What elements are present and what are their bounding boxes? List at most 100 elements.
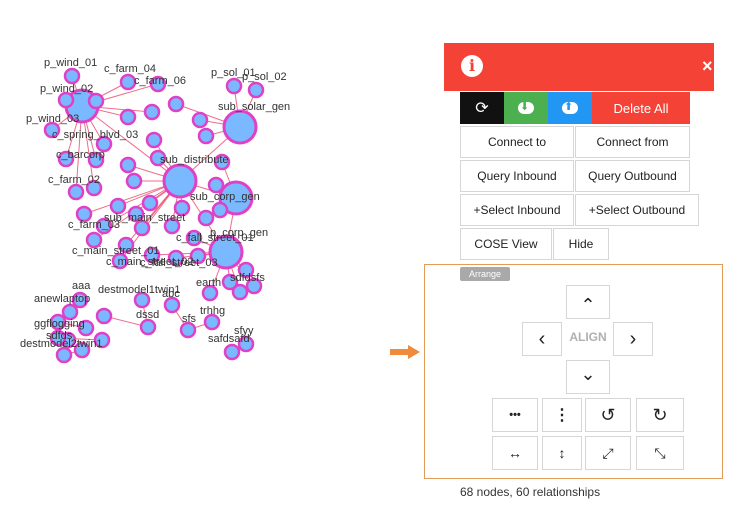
refresh-icon: ⟳ [475,100,489,117]
graph-node[interactable] [197,209,215,227]
connect-from-button[interactable]: Connect from [575,126,690,158]
expand-icon: ⤢ [602,444,614,461]
node-label: c_farm_04 [104,63,156,75]
align-down-button[interactable]: ⌄ [566,360,610,394]
node-label: anewlaptop [34,293,90,305]
graph-node[interactable] [109,197,127,215]
rotate-left-button[interactable]: ↺ [585,398,631,432]
connect-to-button[interactable]: Connect to [460,126,574,158]
hide-button[interactable]: Hide [553,228,609,260]
graph-node[interactable] [119,73,137,91]
node-label: p_wind_03 [26,113,79,125]
graph-node[interactable] [61,303,79,321]
spread-horizontal-button[interactable]: ↔ [492,436,538,470]
graph-canvas[interactable]: p_wind_01 c_farm_04 p_sol_01p_sol_02p_wind… [0,0,420,527]
upload-button[interactable]: ⬆ [548,92,592,124]
node-label: ggflogging [34,318,85,330]
node-label: destmodel2twin1 [20,338,103,350]
close-icon[interactable]: × [702,56,713,76]
node-label: trhhg [200,305,225,317]
graph-node[interactable] [145,131,163,149]
node-label: sub_solar_gen [218,101,290,113]
align-right-button[interactable]: › [613,322,653,356]
horizontal-dots-button[interactable]: ••• [492,398,538,432]
download-button[interactable]: ⬇ [504,92,548,124]
graph-status: 68 nodes, 60 relationships [460,485,601,499]
node-label: safdsafd [208,333,250,345]
arrows-horizontal-icon: ↔ [508,445,522,461]
graph-node[interactable] [119,156,137,174]
vertical-dots-icon: ⋮ [554,407,570,424]
graph-node[interactable] [125,172,143,190]
query-outbound-button[interactable]: Query Outbound [575,160,690,192]
chevron-left-icon: ‹ [538,327,546,350]
align-up-button[interactable]: ⌃ [566,285,610,319]
graph-node[interactable] [231,283,249,301]
graph-node[interactable] [225,77,243,95]
graph-node[interactable] [87,92,105,110]
select-outbound-button[interactable]: +Select Outbound [575,194,699,226]
graph-node[interactable] [163,296,181,314]
node-label: sub_corp_gen [190,191,260,203]
graph-node[interactable] [139,318,157,336]
graph-node[interactable] [207,176,225,194]
graph-node[interactable] [57,91,75,109]
compress-icon: ⤡ [654,444,666,461]
node-label: abc [162,288,180,300]
graph-node[interactable] [203,313,221,331]
rotate-right-icon: ↻ [652,404,668,425]
graph-node[interactable] [197,127,215,145]
horizontal-dots-icon: ••• [509,409,521,421]
vertical-dots-button[interactable]: ⋮ [542,398,582,432]
spread-vertical-button[interactable]: ↕ [542,436,582,470]
node-label: c_farm_06 [134,75,186,87]
graph-node[interactable] [222,109,258,145]
graph-node[interactable] [211,201,229,219]
chevron-right-icon: › [629,327,637,350]
download-icon: ⬇ [518,101,534,114]
arrow-indicator-icon [390,345,420,359]
query-inbound-button[interactable]: Query Inbound [460,160,574,192]
info-icon[interactable]: i [461,55,483,77]
cose-view-button[interactable]: COSE View [460,228,552,260]
graph-node[interactable] [179,321,197,339]
node-label: sfs [182,313,197,325]
node-label: aaa [72,280,91,292]
node-label: p_sol_02 [242,71,287,83]
align-left-button[interactable]: ‹ [522,322,562,356]
graph-node[interactable] [67,183,85,201]
node-label: sub_main_street [104,212,185,224]
compress-button[interactable]: ⤡ [636,436,684,470]
rotate-left-icon: ↺ [600,404,616,425]
graph-node[interactable] [141,194,159,212]
node-label: earth [196,277,221,289]
refresh-button[interactable]: ⟳ [460,92,504,124]
rotate-right-button[interactable]: ↻ [636,398,684,432]
node-label: sdfdsfs [230,272,265,284]
graph-node[interactable] [63,67,81,85]
node-label: p_wind_01 [44,57,97,69]
graph-node[interactable] [55,346,73,364]
expand-button[interactable]: ⤢ [585,436,631,470]
chevron-up-icon: ⌃ [580,295,596,315]
upload-icon: ⬆ [562,101,578,114]
node-label: c_barcorp [56,149,105,161]
graph-node[interactable] [143,103,161,121]
graph-node[interactable] [119,108,137,126]
graph-node[interactable] [247,81,265,99]
node-label: c_spring_blvd_03 [52,129,138,141]
node-label: sub_distribute [160,154,229,166]
select-inbound-button[interactable]: +Select Inbound [460,194,574,226]
graph-node[interactable] [223,343,241,361]
align-label: ALIGN [569,330,607,344]
graph-node[interactable] [95,307,113,325]
panel-header: i × [444,43,714,91]
graph-node[interactable] [167,95,185,113]
graph-node[interactable] [191,111,209,129]
node-label: c_main_street_02 [106,256,193,268]
arrange-tag: Arrange [460,267,510,281]
delete-all-button[interactable]: Delete All [592,92,690,124]
node-label: dssd [136,309,159,321]
arrows-vertical-icon: ↕ [558,445,566,461]
chevron-down-icon: ⌄ [580,364,596,384]
